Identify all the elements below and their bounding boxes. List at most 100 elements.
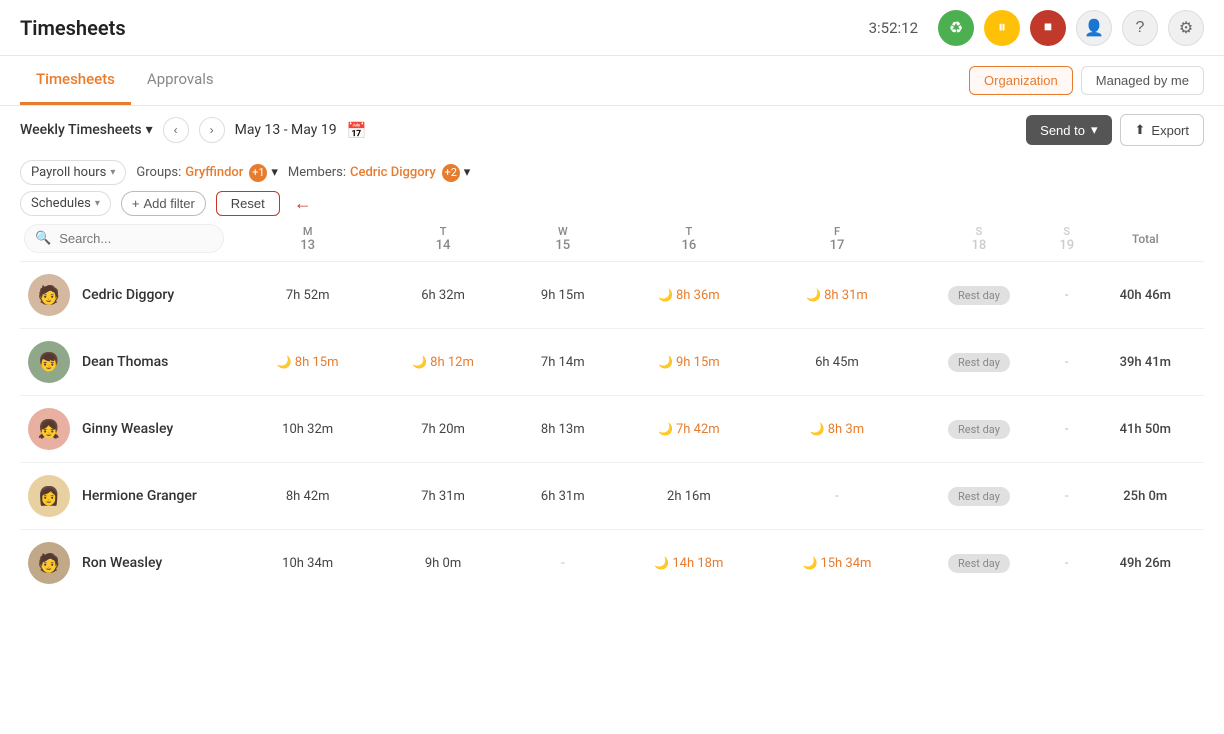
col-mon: M 13	[240, 216, 375, 262]
thu-num: 16	[619, 238, 759, 253]
organization-button[interactable]: Organization	[969, 66, 1073, 95]
table-row: 🧑 Ron Weasley 10h 34m9h 0m-🌙14h 18m🌙15h …	[20, 530, 1204, 597]
avatar: 👧	[28, 408, 70, 450]
person-cell: 🧑 Ron Weasley	[28, 534, 232, 592]
avatar: 🧑	[28, 274, 70, 316]
person-cell: 🧑 Cedric Diggory	[28, 266, 232, 324]
search-bar[interactable]: 🔍	[24, 224, 224, 253]
dash: -	[1065, 489, 1069, 504]
prev-period-button[interactable]: ‹	[163, 117, 189, 143]
members-value[interactable]: Cedric Diggory	[350, 165, 436, 180]
stop-icon-btn[interactable]: ⏹	[1030, 10, 1066, 46]
employee-name-cell: 👦 Dean Thomas	[20, 329, 240, 396]
managed-by-me-button[interactable]: Managed by me	[1081, 66, 1204, 95]
day-cell[interactable]: 🌙14h 18m	[615, 530, 763, 597]
members-label: Members:	[288, 165, 346, 180]
overtime-hours: 🌙15h 34m	[771, 556, 903, 571]
calendar-icon[interactable]: 📅	[347, 121, 367, 140]
groups-chevron-icon[interactable]: ▾	[271, 165, 278, 180]
schedules-chevron: ▾	[95, 198, 100, 209]
day-cell[interactable]: 🌙15h 34m	[763, 530, 911, 597]
day-cell[interactable]: Rest day	[911, 530, 1047, 597]
tab-approvals[interactable]: Approvals	[131, 56, 230, 105]
day-cell[interactable]: 10h 32m	[240, 396, 375, 463]
day-cell[interactable]: -	[1047, 262, 1087, 329]
day-cell[interactable]: 7h 52m	[240, 262, 375, 329]
schedules-filter[interactable]: Schedules ▾	[20, 191, 111, 216]
day-cell[interactable]: 6h 32m	[375, 262, 510, 329]
dash: -	[1065, 422, 1069, 437]
overtime-hours: 🌙8h 12m	[383, 355, 502, 370]
members-chevron-icon[interactable]: ▾	[464, 165, 471, 180]
moon-icon: 🌙	[806, 288, 821, 302]
day-cell[interactable]: -	[1047, 329, 1087, 396]
day-cell[interactable]: 🌙8h 15m	[240, 329, 375, 396]
rest-day-badge: Rest day	[948, 554, 1010, 573]
moon-icon: 🌙	[658, 355, 673, 369]
dash: -	[1065, 556, 1069, 571]
day-cell[interactable]: 10h 34m	[240, 530, 375, 597]
groups-label: Groups:	[136, 165, 181, 180]
table-row: 👦 Dean Thomas 🌙8h 15m 🌙8h 12m 7h 14m🌙9h 15…	[20, 329, 1204, 396]
timesheet-type[interactable]: Weekly Timesheets ▾	[20, 122, 153, 138]
pause-icon-btn[interactable]: ⏸	[984, 10, 1020, 46]
moon-icon: 🌙	[658, 422, 673, 436]
next-period-button[interactable]: ›	[199, 117, 225, 143]
day-cell[interactable]: 8h 42m	[240, 463, 375, 530]
day-cell[interactable]: 7h 31m	[375, 463, 510, 530]
tab-timesheets[interactable]: Timesheets	[20, 56, 131, 105]
day-cell[interactable]: Rest day	[911, 396, 1047, 463]
day-cell[interactable]: 8h 13m	[511, 396, 615, 463]
settings-icon-btn[interactable]: ⚙	[1168, 10, 1204, 46]
export-button[interactable]: ⬆ Export	[1120, 114, 1204, 146]
day-cell[interactable]: Rest day	[911, 463, 1047, 530]
wed-num: 15	[515, 238, 611, 253]
overtime-hours: 🌙8h 15m	[248, 355, 367, 370]
activity-icon-btn[interactable]: ♻	[938, 10, 974, 46]
day-cell[interactable]: -	[1047, 396, 1087, 463]
help-icon-btn[interactable]: ?	[1122, 10, 1158, 46]
user-icon-btn[interactable]: 👤	[1076, 10, 1112, 46]
day-cell[interactable]: 🌙8h 12m	[375, 329, 510, 396]
day-cell[interactable]: 2h 16m	[615, 463, 763, 530]
day-cell[interactable]: -	[763, 463, 911, 530]
day-cell[interactable]: -	[1047, 530, 1087, 597]
day-cell[interactable]: Rest day	[911, 329, 1047, 396]
total-cell: 40h 46m	[1087, 262, 1204, 329]
employee-name-cell: 🧑 Ron Weasley	[20, 530, 240, 597]
person-cell: 👦 Dean Thomas	[28, 333, 232, 391]
search-input[interactable]	[59, 231, 219, 246]
day-cell[interactable]: 6h 45m	[763, 329, 911, 396]
day-cell[interactable]: -	[511, 530, 615, 597]
chevron-down-icon: ▾	[146, 122, 153, 138]
day-cell[interactable]: 7h 14m	[511, 329, 615, 396]
overtime-hours: 🌙14h 18m	[623, 556, 755, 571]
day-cell[interactable]: 🌙9h 15m	[615, 329, 763, 396]
day-cell[interactable]: -	[1047, 463, 1087, 530]
day-cell[interactable]: 🌙8h 3m	[763, 396, 911, 463]
day-cell[interactable]: 6h 31m	[511, 463, 615, 530]
add-filter-label: Add filter	[143, 196, 194, 211]
person-cell: 👩 Hermione Granger	[28, 467, 232, 525]
send-to-button[interactable]: Send to ▾	[1026, 115, 1111, 145]
mon-letter: M	[244, 225, 371, 238]
day-cell[interactable]: 9h 0m	[375, 530, 510, 597]
reset-button[interactable]: Reset	[216, 191, 280, 216]
payroll-hours-filter[interactable]: Payroll hours ▾	[20, 160, 126, 185]
timesheet-table-wrap: 🔍 M 13 T 14 W 15 T 16	[0, 216, 1224, 702]
overtime-hours: 🌙8h 36m	[623, 288, 755, 303]
moon-icon: 🌙	[277, 355, 292, 369]
day-cell[interactable]: 7h 20m	[375, 396, 510, 463]
day-cell[interactable]: 🌙7h 42m	[615, 396, 763, 463]
add-filter-button[interactable]: + Add filter	[121, 191, 206, 216]
sun-num: 19	[1051, 238, 1083, 253]
col-total: Total	[1087, 216, 1204, 262]
rest-day-badge: Rest day	[948, 487, 1010, 506]
date-range: May 13 - May 19	[235, 122, 337, 138]
day-cell[interactable]: Rest day	[911, 262, 1047, 329]
groups-value[interactable]: Gryffindor	[185, 165, 243, 180]
day-cell[interactable]: 🌙8h 31m	[763, 262, 911, 329]
day-cell[interactable]: 9h 15m	[511, 262, 615, 329]
overtime-hours: 🌙7h 42m	[623, 422, 755, 437]
day-cell[interactable]: 🌙8h 36m	[615, 262, 763, 329]
